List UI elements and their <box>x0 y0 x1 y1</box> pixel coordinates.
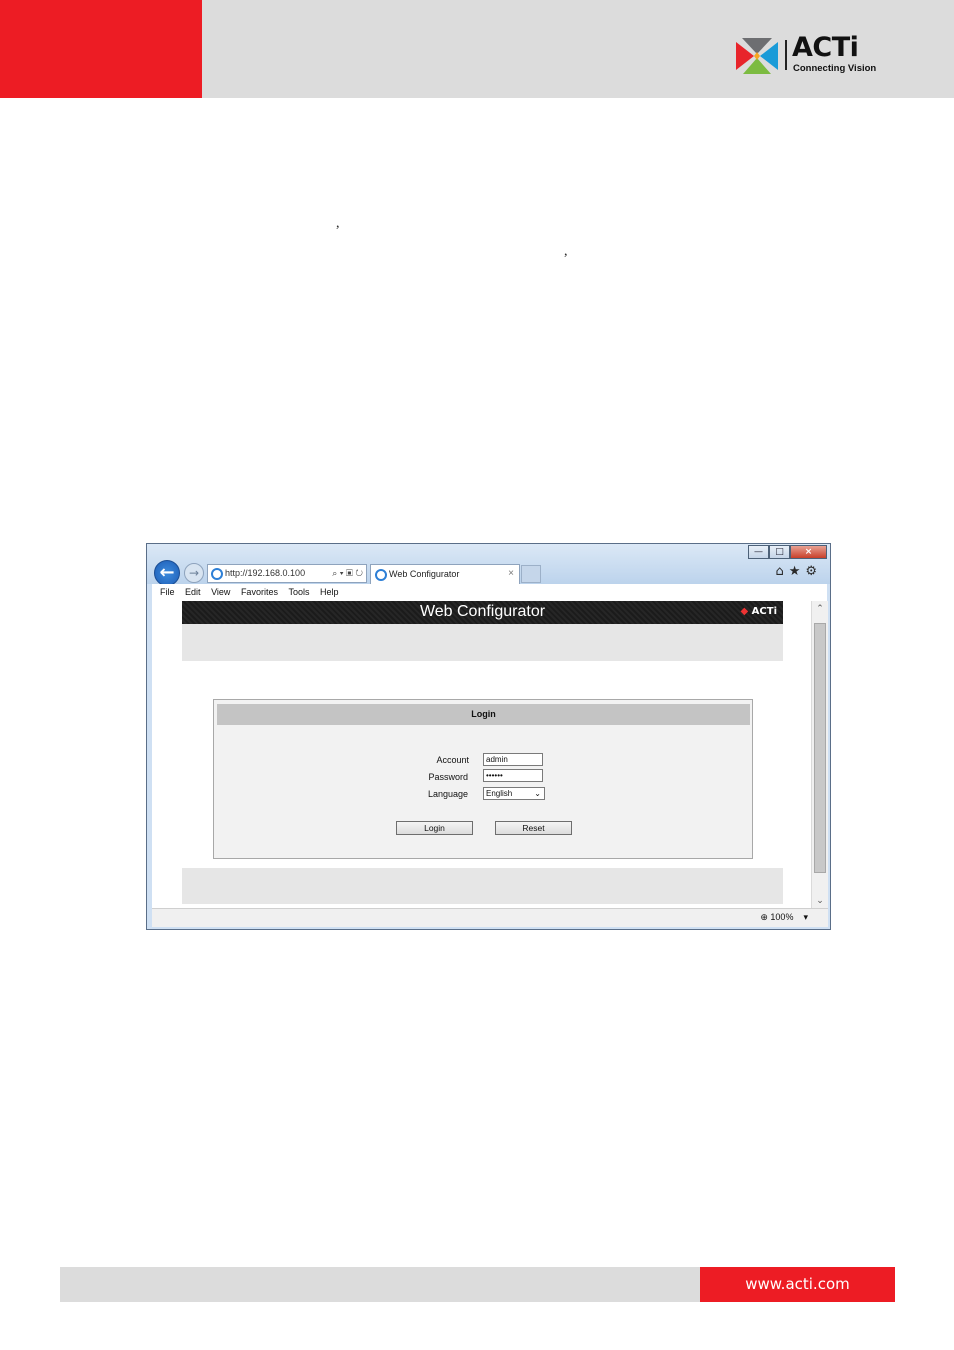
browser-menubar: File Edit View Favorites Tools Help <box>152 584 827 601</box>
password-field[interactable]: •••••• <box>483 769 543 782</box>
stray-comma: , <box>564 244 568 259</box>
menu-tools[interactable]: Tools <box>288 587 309 597</box>
menu-file[interactable]: File <box>160 587 175 597</box>
acti-mark-icon: ◆ <box>740 606 749 617</box>
menu-favorites[interactable]: Favorites <box>241 587 278 597</box>
banner-logo-text: ACTi <box>751 606 777 617</box>
address-text: http://192.168.0.100 <box>225 568 306 578</box>
zoom-level: 100% <box>770 912 794 922</box>
menu-view[interactable]: View <box>211 587 230 597</box>
language-select[interactable]: English ⌄ <box>483 787 545 800</box>
stray-comma: , <box>336 216 340 231</box>
scroll-thumb[interactable] <box>814 623 826 873</box>
login-panel: Login Account admin Password •••••• Lang… <box>213 699 753 859</box>
minimize-button[interactable]: — <box>748 545 769 559</box>
login-button[interactable]: Login <box>396 821 473 835</box>
password-label: Password <box>428 772 468 782</box>
zoom-icon: ⊕ <box>760 912 768 922</box>
language-label: Language <box>427 789 468 799</box>
web-configurator-banner: Web Configurator ◆ ACTi <box>182 601 783 624</box>
menu-help[interactable]: Help <box>320 587 339 597</box>
new-tab-button[interactable] <box>521 565 541 583</box>
search-refresh-icon[interactable]: ⌕ ▾ ▣ ↻ <box>332 565 363 582</box>
window-controls: — □ × <box>748 545 827 559</box>
scroll-down-icon[interactable]: ⌄ <box>812 896 828 906</box>
logo-wordmark: ACTi <box>792 32 859 63</box>
home-favorites-tools-icon[interactable]: ⌂★⚙ <box>775 564 822 579</box>
browser-titlebar: — □ × ← → http://192.168.0.100 ⌕ ▾ ▣ ↻ W… <box>147 544 830 586</box>
zoom-control[interactable]: ⊕ 100% ▾ <box>760 912 808 923</box>
browser-statusbar: ⊕ 100% ▾ <box>152 908 828 927</box>
language-value: English <box>486 789 513 798</box>
banner-acti-logo: ◆ ACTi <box>740 606 777 617</box>
page-viewport: Web Configurator ◆ ACTi Login Account ad… <box>152 601 828 908</box>
logo-separator <box>785 40 787 70</box>
vertical-scrollbar[interactable]: ⌃ ⌄ <box>811 601 828 908</box>
bottom-gray-band <box>182 868 783 904</box>
top-gray-band <box>182 624 783 661</box>
reset-button[interactable]: Reset <box>495 821 572 835</box>
forward-button[interactable]: → <box>184 563 204 583</box>
web-configurator-title: Web Configurator <box>419 603 546 620</box>
menu-edit[interactable]: Edit <box>185 587 201 597</box>
ie-icon <box>211 568 223 580</box>
chevron-down-icon: ▾ <box>795 912 808 922</box>
close-button[interactable]: × <box>790 545 827 559</box>
address-bar[interactable]: http://192.168.0.100 ⌕ ▾ ▣ ↻ <box>207 564 367 583</box>
tab-web-configurator[interactable]: Web Configurator × <box>370 564 520 584</box>
account-field[interactable]: admin <box>483 753 543 766</box>
ie-icon <box>375 569 387 581</box>
logo-tagline: Connecting Vision <box>793 63 877 74</box>
chevron-down-icon: ⌄ <box>534 789 541 798</box>
back-button[interactable]: ← <box>154 560 180 586</box>
arrow-left-icon: ← <box>159 562 175 583</box>
browser-screenshot: — □ × ← → http://192.168.0.100 ⌕ ▾ ▣ ↻ W… <box>146 543 831 930</box>
acti-logo: ACTi Connecting Vision <box>734 32 877 74</box>
page-footer <box>60 1267 700 1302</box>
acti-logo-mark-icon <box>736 38 778 74</box>
header-red-block <box>0 0 202 98</box>
arrow-right-icon: → <box>188 566 200 580</box>
account-label: Account <box>436 755 469 765</box>
login-heading: Login <box>217 704 750 725</box>
maximize-button[interactable]: □ <box>769 545 790 559</box>
tab-title: Web Configurator <box>389 569 460 579</box>
scroll-up-icon[interactable]: ⌃ <box>812 604 828 614</box>
footer-url[interactable]: www.acti.com <box>700 1267 895 1302</box>
tab-close-icon[interactable]: × <box>508 565 514 583</box>
